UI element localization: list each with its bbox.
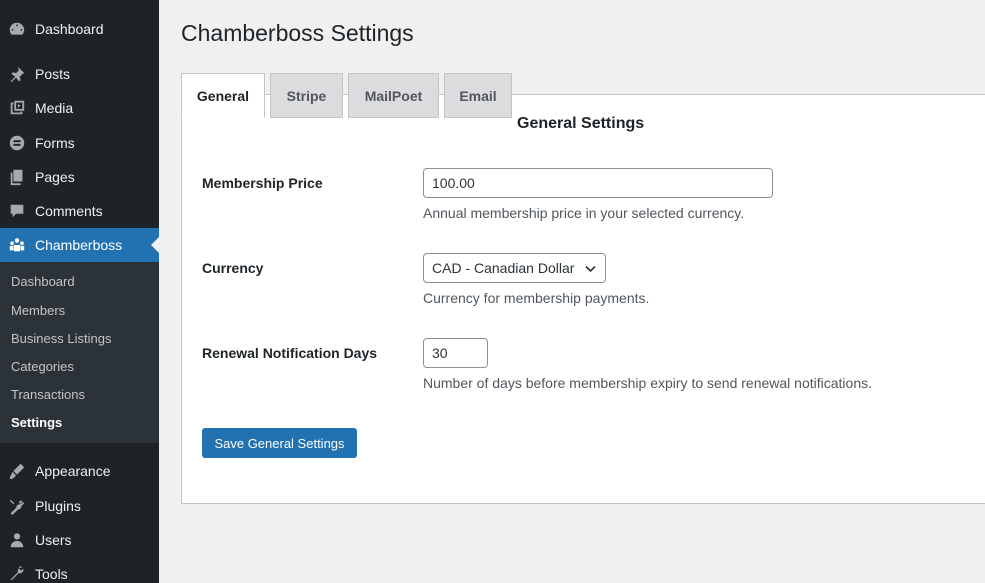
submenu-item-transactions[interactable]: Transactions	[11, 385, 85, 405]
tab-mailpoet[interactable]: MailPoet	[348, 73, 439, 118]
sidebar-item-pages[interactable]: Pages	[0, 160, 159, 194]
sidebar-item-label: Media	[35, 100, 74, 116]
sidebar-item-label: Dashboard	[35, 21, 104, 37]
media-icon	[7, 98, 27, 118]
sidebar-item-label: Forms	[35, 135, 75, 151]
sidebar-item-label: Chamberboss	[35, 237, 123, 253]
page-title: Chamberboss Settings	[181, 20, 414, 46]
sidebar-item-label: Tools	[35, 566, 68, 582]
sidebar-item-users[interactable]: Users	[0, 523, 159, 557]
groups-icon	[7, 235, 27, 255]
submenu-item-dashboard[interactable]: Dashboard	[11, 272, 75, 292]
save-general-settings-button[interactable]: Save General Settings	[202, 428, 357, 458]
currency-label: Currency	[202, 260, 264, 276]
renewal-days-label: Renewal Notification Days	[202, 345, 378, 361]
pages-icon	[7, 167, 27, 187]
submenu-item-business-listings[interactable]: Business Listings	[11, 329, 111, 349]
pin-icon	[7, 64, 27, 84]
plugins-icon	[7, 496, 27, 516]
sidebar-item-label: Appearance	[35, 463, 111, 479]
sidebar-item-appearance[interactable]: Appearance	[0, 454, 159, 488]
forms-icon	[7, 133, 27, 153]
sidebar-item-label: Comments	[35, 203, 103, 219]
tab-general[interactable]: General	[181, 73, 265, 118]
tools-icon	[7, 564, 27, 583]
currency-selected-value: CAD - Canadian Dollar	[432, 260, 575, 276]
sidebar-item-dashboard[interactable]: Dashboard	[0, 12, 159, 46]
sidebar-item-plugins[interactable]: Plugins	[0, 489, 159, 523]
section-title: General Settings	[517, 115, 645, 132]
tab-stripe[interactable]: Stripe	[270, 73, 343, 118]
sidebar-item-label: Posts	[35, 66, 71, 82]
membership-price-input[interactable]: 100.00	[423, 168, 773, 198]
dashboard-icon	[7, 19, 27, 39]
currency-select[interactable]: CAD - Canadian Dollar	[423, 253, 606, 283]
comments-icon	[7, 201, 27, 221]
chevron-down-icon	[585, 265, 596, 273]
tab-email[interactable]: Email	[444, 73, 512, 118]
membership-price-label: Membership Price	[202, 175, 323, 191]
membership-price-description: Annual membership price in your selected…	[423, 205, 745, 221]
users-icon	[7, 530, 27, 550]
renewal-days-input[interactable]: 30	[423, 338, 488, 368]
submenu-item-settings[interactable]: Settings	[11, 413, 62, 433]
submenu-item-members[interactable]: Members	[11, 301, 65, 321]
sidebar-item-label: Pages	[35, 169, 75, 185]
current-menu-arrow	[151, 237, 159, 253]
sidebar-item-media[interactable]: Media	[0, 91, 159, 125]
renewal-days-description: Number of days before membership expiry …	[423, 375, 872, 391]
chamberboss-submenu: Dashboard Members Business Listings Cate…	[0, 262, 159, 443]
admin-sidebar: Dashboard Posts Media Forms Pages Commen…	[0, 0, 159, 583]
sidebar-item-label: Plugins	[35, 498, 81, 514]
sidebar-item-tools[interactable]: Tools	[0, 557, 159, 583]
currency-description: Currency for membership payments.	[423, 290, 650, 306]
submenu-item-categories[interactable]: Categories	[11, 357, 74, 377]
sidebar-item-forms[interactable]: Forms	[0, 126, 159, 160]
sidebar-item-label: Users	[35, 532, 72, 548]
sidebar-item-posts[interactable]: Posts	[0, 57, 159, 91]
appearance-icon	[7, 461, 27, 481]
sidebar-item-comments[interactable]: Comments	[0, 194, 159, 228]
sidebar-item-chamberboss[interactable]: Chamberboss	[0, 228, 159, 262]
